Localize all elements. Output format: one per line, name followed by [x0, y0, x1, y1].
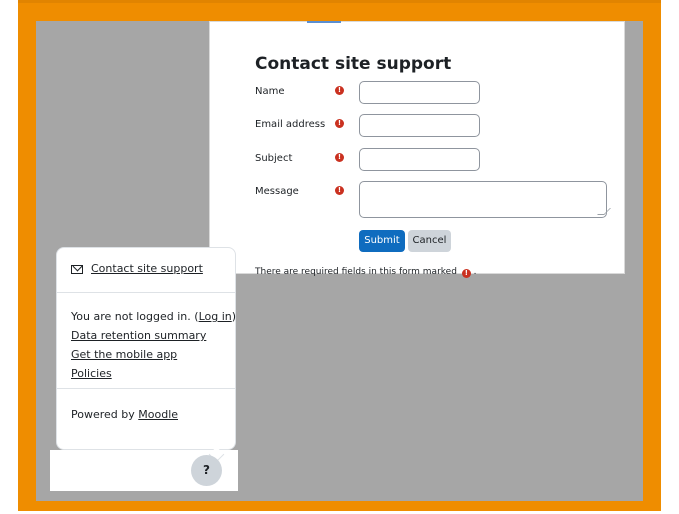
footer-popover: Contact site support You are not logged … — [56, 247, 236, 463]
required-note-end: . — [473, 267, 477, 277]
cancel-button[interactable]: Cancel — [408, 230, 451, 252]
required-icon: ! — [335, 119, 344, 128]
login-close-paren: ) — [231, 310, 237, 323]
email-label: Email address — [255, 119, 326, 130]
required-fields-note: There are required fields in this form m… — [255, 267, 477, 278]
required-icon: ! — [335, 186, 344, 195]
divider — [57, 388, 235, 389]
subject-label: Subject — [255, 153, 293, 164]
links-section: You are not logged in. (Log in) Data ret… — [57, 306, 249, 382]
name-row: Name ! — [210, 81, 624, 105]
nav-accent — [307, 21, 341, 23]
required-icon: ! — [335, 153, 344, 162]
required-icon: ! — [461, 269, 471, 278]
name-label: Name — [255, 86, 285, 97]
message-label: Message — [255, 186, 299, 197]
powered-by-section: Powered by Moodle — [57, 403, 249, 422]
contact-support-link[interactable]: Contact site support — [91, 262, 203, 275]
data-retention-link[interactable]: Data retention summary — [71, 329, 206, 342]
message-textarea[interactable] — [359, 181, 611, 218]
contact-section: Contact site support — [57, 260, 235, 280]
subject-input[interactable] — [359, 148, 480, 171]
divider — [57, 292, 235, 293]
required-icon: ! — [335, 86, 344, 95]
page-title: Contact site support — [255, 54, 452, 74]
policies-link[interactable]: Policies — [71, 367, 112, 380]
email-field[interactable] — [359, 114, 480, 137]
subject-row: Subject ! — [210, 148, 624, 172]
outer-frame: Contact site support Name ! Email addres… — [18, 3, 661, 511]
powered-by-text: Powered by — [71, 408, 139, 421]
required-note-text: There are required fields in this form m… — [255, 267, 457, 277]
name-input[interactable] — [359, 81, 480, 104]
moodle-link[interactable]: Moodle — [138, 408, 178, 421]
resize-handle-icon[interactable] — [597, 208, 611, 215]
not-logged-in-text: You are not logged in. ( — [71, 310, 199, 323]
login-link[interactable]: Log in — [199, 310, 232, 323]
login-line: You are not logged in. (Log in) — [71, 306, 249, 325]
email-row: Email address ! — [210, 114, 624, 138]
contact-form-panel: Contact site support Name ! Email addres… — [209, 21, 625, 278]
mobile-app-link[interactable]: Get the mobile app — [71, 348, 177, 361]
help-button[interactable]: ? — [191, 455, 222, 486]
submit-button[interactable]: Submit — [359, 230, 405, 252]
message-row: Message ! — [210, 181, 624, 218]
envelope-icon — [71, 265, 83, 274]
